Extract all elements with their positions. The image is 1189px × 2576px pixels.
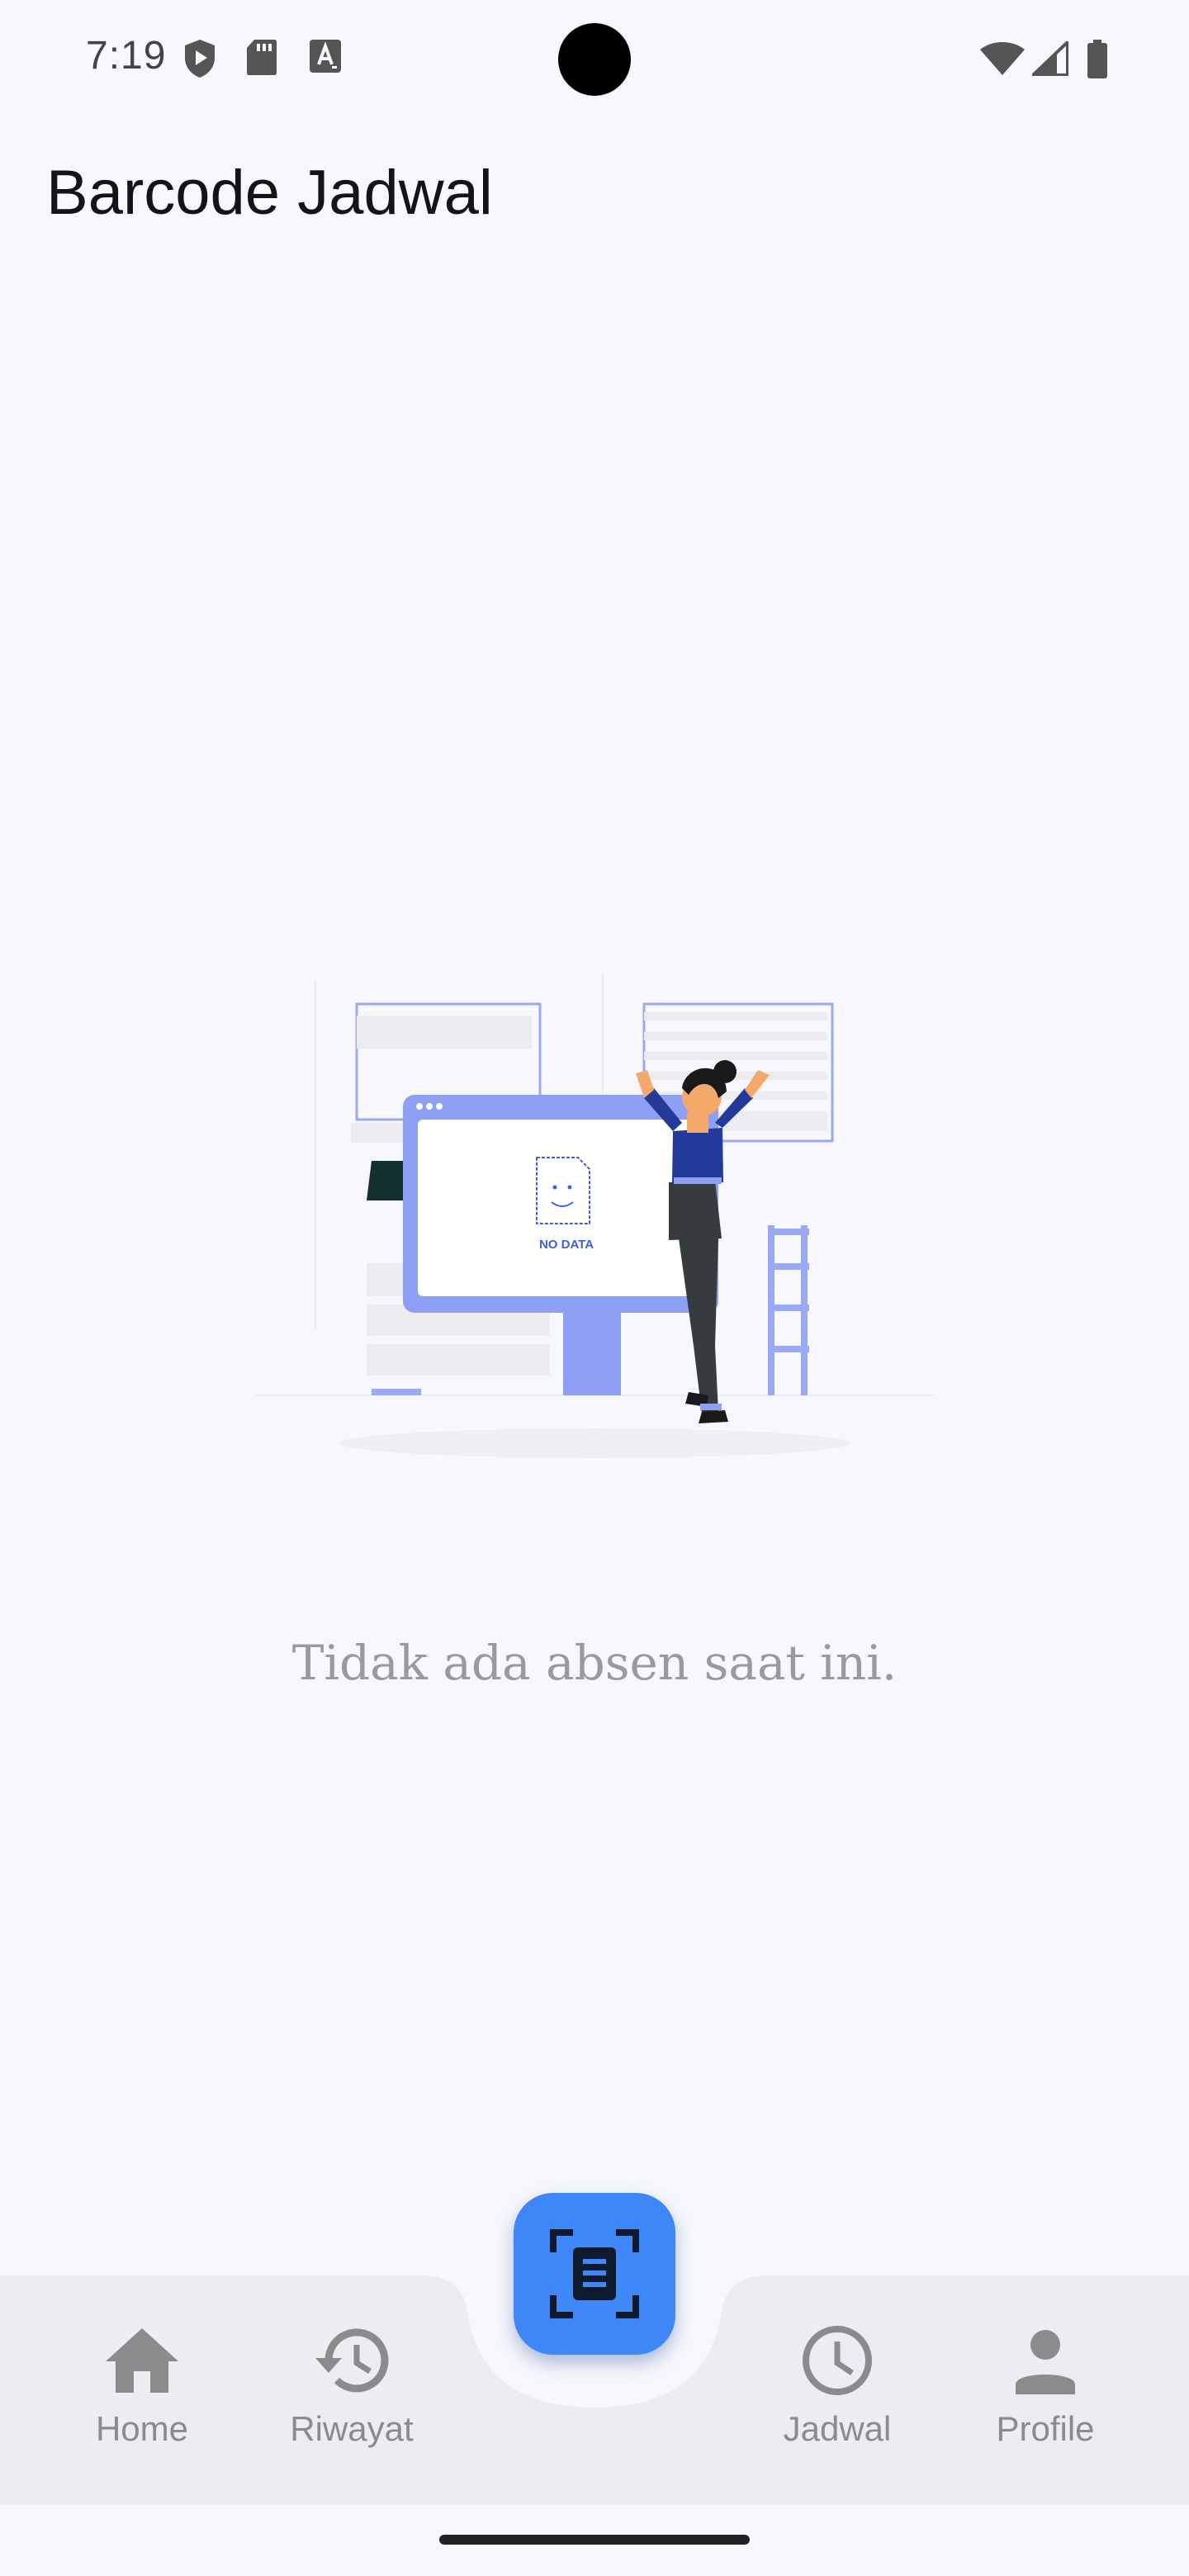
wifi-icon xyxy=(979,41,1026,80)
page-title: Barcode Jadwal xyxy=(46,158,493,228)
cell-signal-icon xyxy=(1029,38,1069,80)
home-icon xyxy=(106,2328,178,2393)
screen: 7:19 Barcode Jadwal NO DATA Tidak ada ab… xyxy=(0,0,1189,2576)
shield-play-icon xyxy=(182,38,218,83)
nav-item-home[interactable]: Home xyxy=(59,2325,225,2490)
no-data-label: NO DATA xyxy=(539,1238,594,1252)
nav-label-jadwal: Jadwal xyxy=(783,2409,892,2448)
nav-item-riwayat[interactable]: Riwayat xyxy=(269,2325,434,2490)
home-indicator[interactable] xyxy=(439,2535,750,2545)
status-time: 7:19 xyxy=(86,34,167,78)
keyboard-a-icon xyxy=(309,38,342,78)
nav-item-jadwal[interactable]: Jadwal xyxy=(755,2325,920,2490)
nav-label-home: Home xyxy=(95,2409,189,2448)
scan-barcode-button[interactable] xyxy=(514,2193,675,2355)
battery-icon xyxy=(1087,40,1108,83)
sd-card-icon xyxy=(246,38,277,80)
front-camera xyxy=(558,23,631,96)
nav-label-profile: Profile xyxy=(996,2409,1095,2448)
history-icon xyxy=(315,2328,389,2393)
clock-icon xyxy=(803,2326,872,2395)
empty-state-message: Tidak ada absen saat ini. xyxy=(291,1635,898,1691)
person-icon xyxy=(1016,2330,1075,2394)
no-data-illustration: NO DATA xyxy=(256,966,933,1461)
barcode-scan-icon xyxy=(550,2229,639,2318)
nav-label-riwayat: Riwayat xyxy=(290,2409,414,2448)
status-bar: 7:19 xyxy=(0,0,1189,116)
nav-item-profile[interactable]: Profile xyxy=(963,2325,1128,2490)
